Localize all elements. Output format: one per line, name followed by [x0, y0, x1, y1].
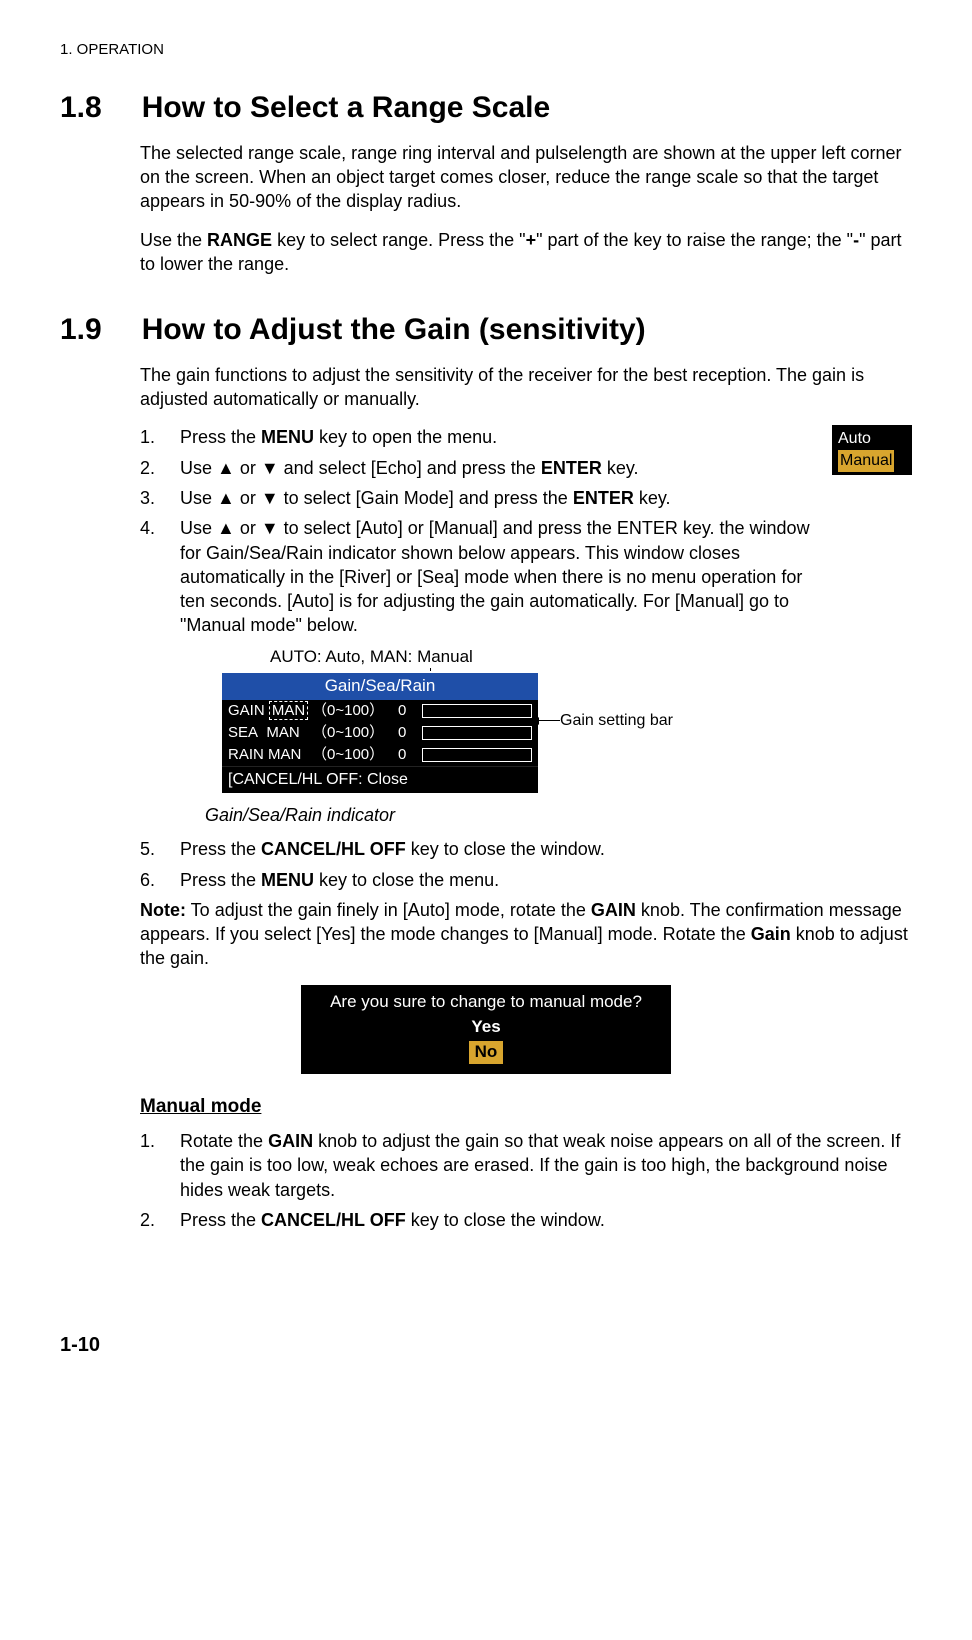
list-item: 4. Use ▲ or ▼ to select [Auto] or [Manua…: [140, 516, 912, 637]
gsr-row-sea: SEA MAN （0~100） 0: [222, 722, 538, 744]
gsr-row-rain: RAIN MAN （0~100） 0: [222, 744, 538, 766]
manual-option: Manual: [838, 450, 894, 472]
para-1-8-2: Use the RANGE key to select range. Press…: [140, 228, 912, 277]
gsr-window: Gain/Sea/Rain GAIN MAN （0~100） 0 SEA MAN…: [220, 671, 540, 795]
list-item: 6. Press the MENU key to close the menu.: [140, 868, 912, 892]
gain-bar: [422, 704, 532, 718]
list-item: 3. Use ▲ or ▼ to select [Gain Mode] and …: [140, 486, 912, 510]
gsr-figure: AUTO: Auto, MAN: Manual Gain/Sea/Rain GA…: [140, 646, 912, 795]
section-title-1-8: How to Select a Range Scale: [142, 88, 550, 129]
note-paragraph: Note: To adjust the gain finely in [Auto…: [140, 898, 912, 971]
page-number: 1-10: [60, 1332, 912, 1359]
rain-bar: [422, 748, 532, 762]
label-auto-man: AUTO: Auto, MAN: Manual: [270, 646, 912, 669]
gsr-footer: [CANCEL/HL OFF: Close: [222, 766, 538, 793]
ordered-list-1-9: Auto Manual 1. Press the MENU key to ope…: [140, 425, 912, 637]
list-item: 5. Press the CANCEL/HL OFF key to close …: [140, 837, 912, 861]
confirm-no: No: [469, 1041, 504, 1064]
gsr-title: Gain/Sea/Rain: [222, 673, 538, 700]
arrow-icon: [538, 720, 560, 721]
list-item: 1. Rotate the GAIN knob to adjust the ga…: [140, 1129, 912, 1202]
confirm-dialog: Are you sure to change to manual mode? Y…: [301, 985, 671, 1074]
sea-bar: [422, 726, 532, 740]
para-1-8-1: The selected range scale, range ring int…: [140, 141, 912, 214]
list-item: 2. Press the CANCEL/HL OFF key to close …: [140, 1208, 912, 1232]
section-number-1-8: 1.8: [60, 88, 102, 129]
section-gain: 1.9 How to Adjust the Gain (sensitivity)…: [60, 310, 912, 1232]
gain-bar-callout: Gain setting bar: [560, 710, 673, 732]
list-item: 1. Press the MENU key to open the menu.: [140, 425, 912, 449]
section-title-1-9: How to Adjust the Gain (sensitivity): [142, 310, 646, 351]
manual-steps-list: 1. Rotate the GAIN knob to adjust the ga…: [140, 1129, 912, 1232]
figure-caption: Gain/Sea/Rain indicator: [140, 803, 460, 827]
ordered-list-continued: 5. Press the CANCEL/HL OFF key to close …: [140, 837, 912, 892]
auto-manual-inset: Auto Manual: [832, 425, 912, 474]
para-1-9-intro: The gain functions to adjust the sensiti…: [140, 363, 912, 412]
gsr-row-gain: GAIN MAN （0~100） 0: [222, 700, 538, 722]
confirm-question: Are you sure to change to manual mode?: [311, 991, 661, 1014]
section-range-scale: 1.8 How to Select a Range Scale The sele…: [60, 88, 912, 276]
list-item: 2. Use ▲ or ▼ and select [Echo] and pres…: [140, 456, 912, 480]
manual-mode-heading: Manual mode: [140, 1094, 912, 1120]
auto-option: Auto: [838, 428, 906, 450]
section-number-1-9: 1.9: [60, 310, 102, 351]
running-header: 1. OPERATION: [60, 40, 912, 60]
confirm-yes: Yes: [311, 1016, 661, 1039]
